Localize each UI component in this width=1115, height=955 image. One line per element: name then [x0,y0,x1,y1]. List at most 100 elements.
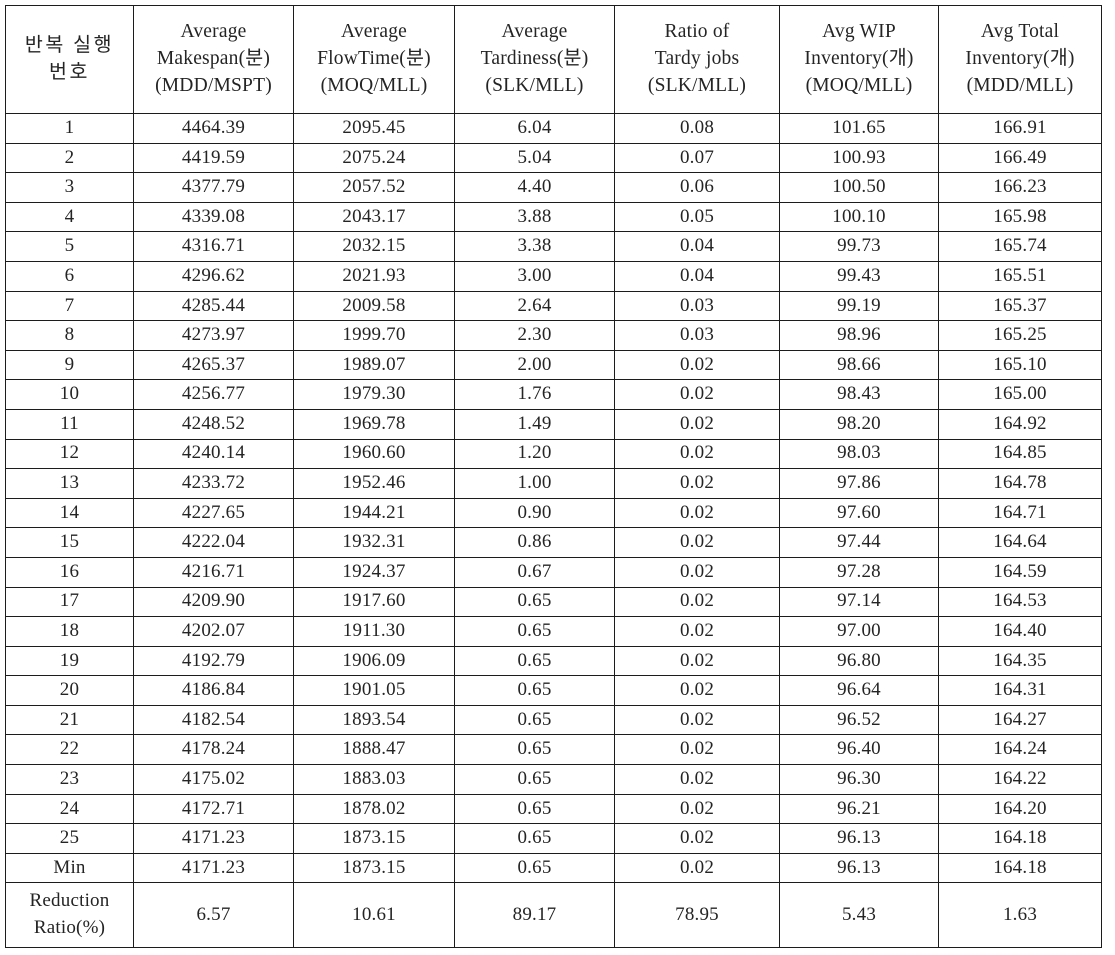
table-cell-tardy_ratio: 0.02 [614,349,780,381]
summary-reduction-cell-total_inv: 1.63 [938,882,1102,949]
row-index-cell: 11 [5,408,134,440]
summary-reduction-cell-makespan: 6.57 [133,882,294,949]
table-cell-tardiness: 2.64 [454,290,615,322]
table-cell-flowtime: 1989.07 [293,349,455,381]
table-cell-tardiness: 0.65 [454,734,615,766]
table-cell-wip: 101.65 [779,113,939,144]
table-cell-makespan: 4296.62 [133,260,294,292]
table-cell-wip: 96.52 [779,704,939,736]
table-cell-wip: 97.60 [779,497,939,529]
table-cell-flowtime: 1952.46 [293,468,455,499]
table-cell-tardy_ratio: 0.08 [614,113,780,144]
table-row: 24 4172.71 1878.02 0.65 0.02 96.21 164.20 [5,793,1102,825]
table-cell-flowtime: 1893.54 [293,704,455,736]
table-cell-makespan: 4202.07 [133,616,294,647]
table-cell-total_inv: 164.22 [938,764,1102,795]
table-cell-total_inv: 164.59 [938,556,1102,588]
table-cell-makespan: 4192.79 [133,645,294,677]
column-header-tardiness-line-3: (SLK/MLL) [485,74,584,96]
column-header-flowtime-line-1: Average [341,21,407,43]
row-index-cell: 8 [5,320,134,351]
column-header-tardiness: Average Tardiness(분) (SLK/MLL) [454,5,615,114]
table-cell-makespan: 4171.23 [133,823,294,854]
table-cell-tardiness: 0.65 [454,586,615,618]
table-cell-tardy_ratio: 0.05 [614,201,780,233]
table-cell-tardy_ratio: 0.02 [614,408,780,440]
table-cell-tardiness: 0.65 [454,793,615,825]
table-cell-wip: 98.96 [779,320,939,351]
table-cell-wip: 96.40 [779,734,939,766]
row-index-cell: 3 [5,172,134,203]
column-header-makespan-line-2: Makespan(분) [156,48,271,70]
table-row: 16 4216.71 1924.37 0.67 0.02 97.28 164.59 [5,556,1102,588]
table-cell-tardy_ratio: 0.02 [614,764,780,795]
table-cell-tardiness: 3.38 [454,231,615,262]
table-cell-wip: 99.43 [779,260,939,292]
table-cell-tardiness: 1.20 [454,438,615,470]
table-cell-tardiness: 0.65 [454,704,615,736]
table-cell-total_inv: 164.24 [938,734,1102,766]
table-cell-tardy_ratio: 0.03 [614,290,780,322]
table-row: 19 4192.79 1906.09 0.65 0.02 96.80 164.35 [5,645,1102,677]
table-cell-wip: 99.19 [779,290,939,322]
row-index-cell: 2 [5,142,134,174]
row-index-cell: 1 [5,113,134,144]
table-cell-flowtime: 1999.70 [293,320,455,351]
table-cell-tardiness: 0.86 [454,527,615,558]
summary-row-reduction-ratio: Reduction Ratio(%) 6.57 10.61 89.17 78.95 5.43… [5,882,1102,949]
table-cell-flowtime: 1960.60 [293,438,455,470]
column-header-tardy-ratio-line-2: Tardy jobs [654,48,740,70]
table-row: 15 4222.04 1932.31 0.86 0.02 97.44 164.64 [5,527,1102,558]
table-cell-wip: 96.21 [779,793,939,825]
table-row: 8 4273.97 1999.70 2.30 0.03 98.96 165.25 [5,320,1102,351]
results-table-container: 반복 실행 번호 Average Makespan(분) (MDD/MSPT) … [5,5,1102,949]
table-cell-tardy_ratio: 0.02 [614,497,780,529]
table-cell-wip: 97.28 [779,556,939,588]
table-cell-tardiness: 0.65 [454,675,615,706]
table-cell-tardiness: 0.65 [454,616,615,647]
simulation-results-table: 반복 실행 번호 Average Makespan(분) (MDD/MSPT) … [5,5,1102,949]
table-header-row: 반복 실행 번호 Average Makespan(분) (MDD/MSPT) … [5,5,1102,114]
table-cell-total_inv: 164.20 [938,793,1102,825]
table-cell-tardy_ratio: 0.02 [614,734,780,766]
table-cell-makespan: 4233.72 [133,468,294,499]
table-row: 17 4209.90 1917.60 0.65 0.02 97.14 164.53 [5,586,1102,618]
column-header-total-inv-line-3: (MDD/MLL) [966,74,1074,96]
table-cell-makespan: 4377.79 [133,172,294,203]
row-index-cell: 21 [5,704,134,736]
table-cell-makespan: 4316.71 [133,231,294,262]
table-cell-wip: 97.14 [779,586,939,618]
table-cell-flowtime: 1944.21 [293,497,455,529]
table-cell-flowtime: 2095.45 [293,113,455,144]
table-cell-wip: 98.20 [779,408,939,440]
table-row: 20 4186.84 1901.05 0.65 0.02 96.64 164.31 [5,675,1102,706]
summary-min-cell-total_inv: 164.18 [938,852,1102,884]
summary-reduction-cell-wip: 5.43 [779,882,939,949]
table-cell-total_inv: 164.18 [938,823,1102,854]
table-cell-makespan: 4172.71 [133,793,294,825]
table-cell-tardy_ratio: 0.02 [614,616,780,647]
column-header-total-inventory: Avg Total Inventory(개) (MDD/MLL) [938,5,1102,114]
summary-row-min: Min 4171.23 1873.15 0.65 0.02 96.13 164.18 [5,852,1102,884]
table-cell-total_inv: 165.37 [938,290,1102,322]
table-cell-total_inv: 166.49 [938,142,1102,174]
summary-reduction-label-line-2: Ratio(%) [33,917,106,939]
table-cell-tardiness: 2.30 [454,320,615,351]
table-header: 반복 실행 번호 Average Makespan(분) (MDD/MSPT) … [5,5,1102,114]
table-body: 1 4464.39 2095.45 6.04 0.08 101.65 166.91 2 4419… [5,113,1102,949]
table-cell-flowtime: 1901.05 [293,675,455,706]
column-header-total-inv-line-1: Avg Total [980,21,1060,43]
summary-reduction-label: Reduction Ratio(%) [5,882,134,949]
table-row: 12 4240.14 1960.60 1.20 0.02 98.03 164.85 [5,438,1102,470]
table-cell-tardiness: 4.40 [454,172,615,203]
table-cell-makespan: 4273.97 [133,320,294,351]
table-cell-wip: 98.03 [779,438,939,470]
table-cell-total_inv: 165.00 [938,379,1102,410]
table-cell-total_inv: 164.40 [938,616,1102,647]
table-cell-makespan: 4186.84 [133,675,294,706]
table-cell-flowtime: 2009.58 [293,290,455,322]
table-cell-tardiness: 0.90 [454,497,615,529]
table-cell-makespan: 4256.77 [133,379,294,410]
column-header-flowtime: Average FlowTime(분) (MOQ/MLL) [293,5,455,114]
column-header-tardy-ratio-line-1: Ratio of [664,21,730,43]
